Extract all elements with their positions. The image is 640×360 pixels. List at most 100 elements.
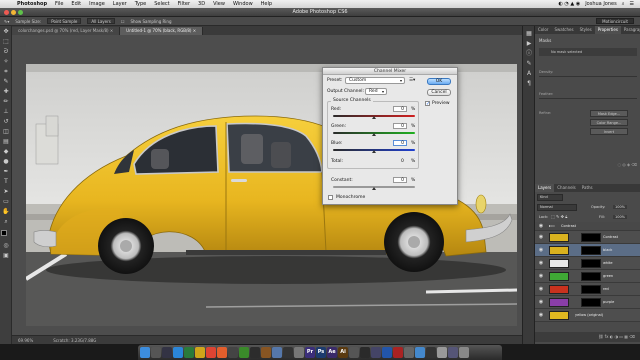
launchpad-icon[interactable] [151, 347, 161, 358]
zoom-tool-icon[interactable]: ⌕ [2, 218, 10, 226]
gradient-tool-icon[interactable]: ▤ [2, 138, 10, 146]
app-icon-12[interactable] [371, 347, 381, 358]
app-icon-16[interactable] [415, 347, 425, 358]
output-channel-select[interactable]: Red [365, 88, 387, 95]
sample-size-select[interactable]: Point Sample [47, 18, 82, 24]
invert-button[interactable]: Invert [590, 128, 628, 135]
visibility-eye-icon[interactable]: ◉ [538, 299, 544, 305]
layer-row-contrast[interactable]: ◉ Contrast [535, 231, 640, 244]
blue-value-input[interactable]: 0 [393, 140, 407, 146]
brush-tool-icon[interactable]: ✏ [2, 98, 10, 106]
menu-view[interactable]: View [209, 1, 229, 7]
green-slider-thumb[interactable] [372, 133, 376, 136]
menu-edit[interactable]: Edit [67, 1, 85, 7]
layer-row-yellow-original[interactable]: ◉ yellow (original) [535, 309, 640, 322]
show-ring-checkbox[interactable]: ☐ [121, 19, 125, 24]
foreground-color-swatch[interactable] [1, 230, 7, 236]
chrome-icon[interactable] [206, 347, 216, 358]
photoshop-icon[interactable]: Ps [316, 347, 326, 358]
layers-footer-icons[interactable]: ⛓ fx ◐ ◑ ▭ ▦ ⌫ [535, 332, 640, 342]
marquee-tool-icon[interactable]: ⬚ [2, 38, 10, 46]
path-select-tool-icon[interactable]: ➤ [2, 188, 10, 196]
zoom-readout[interactable]: 69.96% [18, 338, 33, 343]
aftereffects-icon[interactable]: Ae [327, 347, 337, 358]
premiere-icon[interactable]: Pr [305, 347, 315, 358]
mask-edge-button[interactable]: Mask Edge... [590, 110, 628, 117]
mission-control-icon[interactable] [162, 347, 172, 358]
tab-channels[interactable]: Channels [554, 184, 579, 192]
lock-icons[interactable]: ⬚ ✎ ✥ 🔒︎ [551, 214, 567, 219]
shape-tool-icon[interactable]: ▭ [2, 198, 10, 206]
layer-kind-filter[interactable]: Kind [537, 194, 563, 201]
visibility-eye-icon[interactable]: ◉ [538, 234, 544, 240]
app-icon-14[interactable] [393, 347, 403, 358]
doc-info[interactable]: Scratch: 3.23G/7.88G [53, 338, 96, 343]
red-slider-thumb[interactable] [372, 116, 376, 119]
tab-colorchanges[interactable]: colorchanges.psd @ 70% (red, Layer Mask/… [12, 27, 121, 35]
finder-icon[interactable] [140, 347, 150, 358]
tab-swatches[interactable]: Swatches [551, 26, 576, 34]
app-icon-8[interactable] [283, 347, 293, 358]
user-name[interactable]: Joshua Jones [585, 1, 617, 7]
menu-window[interactable]: Window [229, 1, 257, 7]
ok-button[interactable]: OK [427, 78, 451, 85]
eyedropper-tool-icon[interactable]: ✎ [2, 78, 10, 86]
app-icon-3[interactable] [217, 347, 227, 358]
color-range-button[interactable]: Color Range... [590, 119, 628, 126]
illustrator-icon[interactable]: Ai [338, 347, 348, 358]
app-icon-2[interactable] [195, 347, 205, 358]
menu-app-name[interactable]: Photoshop [13, 1, 51, 7]
menu-help[interactable]: Help [257, 1, 276, 7]
menu-layer[interactable]: Layer [109, 1, 131, 7]
visibility-eye-icon[interactable]: ◉ [538, 247, 544, 253]
layer-row-black[interactable]: ◉ black [535, 244, 640, 257]
menu-image[interactable]: Image [85, 1, 109, 7]
tab-properties[interactable]: Properties [594, 26, 621, 34]
list-icon[interactable]: ☰ [630, 1, 634, 7]
quick-mask-icon[interactable]: ◎ [2, 242, 10, 250]
blur-tool-icon[interactable]: ◆ [2, 148, 10, 156]
eyedropper-preset-icon[interactable]: ✎▾ [4, 19, 9, 24]
preset-select[interactable]: Custom [345, 77, 405, 84]
status-icons[interactable]: ◐ ◔ ▲ ◉ [558, 1, 580, 7]
preview-checkbox[interactable]: ✓ [425, 101, 430, 107]
info-panel-icon[interactable]: ⓘ [525, 50, 533, 58]
eraser-tool-icon[interactable]: ◫ [2, 128, 10, 136]
opacity-value[interactable]: 100% [613, 205, 628, 209]
app-icon-5[interactable] [250, 347, 260, 358]
blend-mode-select[interactable]: Normal [537, 204, 577, 211]
monochrome-checkbox[interactable] [328, 195, 333, 200]
fill-value[interactable]: 100% [613, 215, 628, 219]
tab-paths[interactable]: Paths [579, 184, 596, 192]
layer-row-purple[interactable]: ◉ purple [535, 296, 640, 309]
quick-select-tool-icon[interactable]: ✧ [2, 58, 10, 66]
actions-panel-icon[interactable]: ▶ [525, 40, 533, 48]
app-icon-13[interactable] [382, 347, 392, 358]
blue-slider-thumb[interactable] [372, 150, 376, 153]
properties-footer-icons[interactable]: ◌ ◎ ◈ ⌫ [539, 162, 637, 167]
constant-value-input[interactable]: 0 [393, 177, 407, 183]
workspace-select[interactable]: Motioncircuit [596, 18, 634, 24]
lasso-tool-icon[interactable]: ᘐ [2, 48, 10, 56]
app-icon-7[interactable] [272, 347, 282, 358]
green-value-input[interactable]: 0 [393, 123, 407, 129]
app-icon-19[interactable] [448, 347, 458, 358]
app-icon-4[interactable] [228, 347, 238, 358]
constant-slider-thumb[interactable] [372, 187, 376, 190]
preset-options-icon[interactable]: ☰▾ [409, 78, 415, 83]
tab-color[interactable]: Color [535, 26, 551, 34]
paragraph-panel-icon[interactable]: ¶ [525, 80, 533, 88]
trash-icon[interactable] [459, 347, 469, 358]
app-icon-10[interactable] [349, 347, 359, 358]
stamp-tool-icon[interactable]: ⊥ [2, 108, 10, 116]
history-brush-tool-icon[interactable]: ↺ [2, 118, 10, 126]
menu-type[interactable]: Type [131, 1, 150, 7]
visibility-eye-icon[interactable]: ◉ [538, 273, 544, 279]
type-tool-icon[interactable]: T [2, 178, 10, 186]
layer-row-white[interactable]: ◉ white [535, 257, 640, 270]
sample-layers-select[interactable]: All Layers [87, 18, 115, 24]
character-panel-icon[interactable]: A [525, 70, 533, 78]
app-icon-17[interactable] [426, 347, 436, 358]
app-icon-18[interactable] [437, 347, 447, 358]
menu-select[interactable]: Select [150, 1, 173, 7]
